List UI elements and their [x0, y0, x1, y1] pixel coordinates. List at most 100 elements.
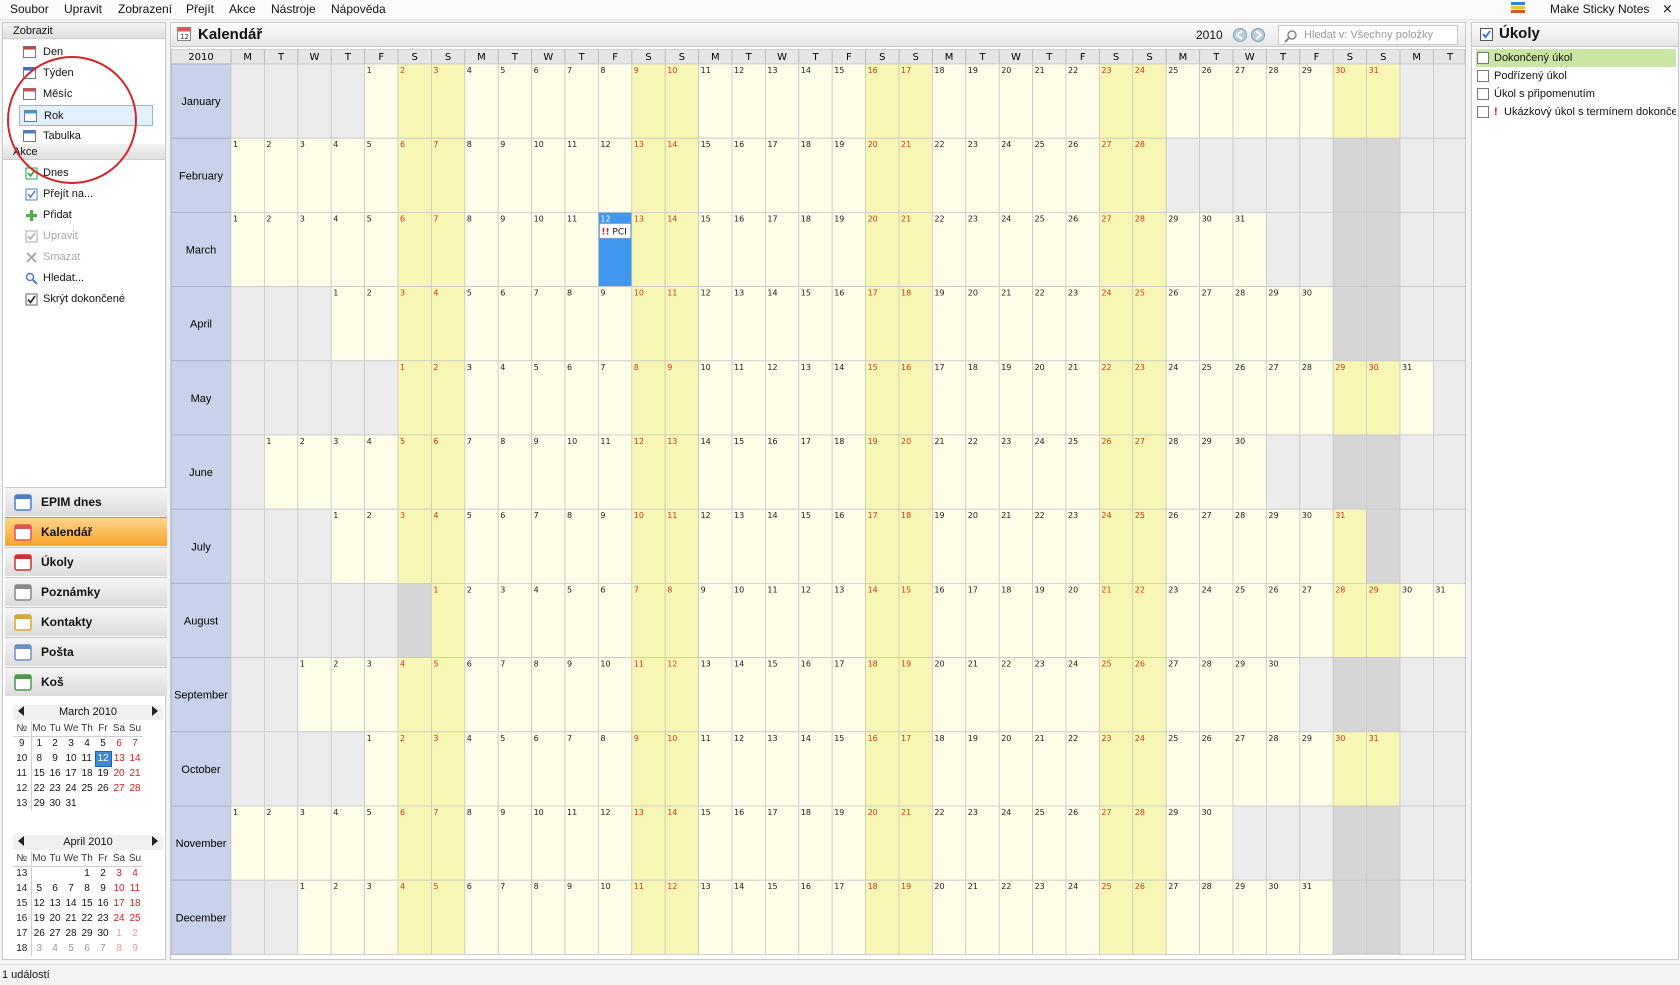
day-cell[interactable]: [765, 731, 800, 807]
day-cell[interactable]: [965, 657, 1000, 733]
day-cell[interactable]: [898, 657, 933, 733]
day-cell[interactable]: [932, 137, 967, 213]
day-cell[interactable]: [831, 360, 867, 436]
mini-day[interactable]: 9: [47, 751, 63, 766]
day-cell[interactable]: [464, 583, 499, 659]
day-cell[interactable]: [664, 211, 700, 287]
day-cell[interactable]: [731, 63, 766, 139]
day-cell[interactable]: [330, 879, 365, 955]
day-cell[interactable]: [865, 508, 900, 584]
mini-day[interactable]: 24: [63, 781, 79, 796]
day-cell[interactable]: [1266, 731, 1301, 807]
action-6[interactable]: Skrýt dokončené: [21, 289, 161, 310]
mini-day[interactable]: 5: [63, 941, 79, 956]
day-cell[interactable]: [965, 63, 1000, 139]
day-cell[interactable]: [664, 63, 700, 139]
mini-day[interactable]: 4: [47, 941, 63, 956]
mini-day[interactable]: 20: [47, 911, 63, 926]
action-2[interactable]: Přidat: [21, 205, 161, 226]
day-cell[interactable]: [731, 211, 766, 287]
day-cell[interactable]: [464, 657, 499, 733]
day-cell[interactable]: [1165, 508, 1201, 584]
action-1[interactable]: Přejít na...: [21, 184, 161, 205]
prev-year-button[interactable]: [1233, 28, 1247, 42]
day-cell[interactable]: [831, 211, 867, 287]
day-cell[interactable]: [1065, 137, 1100, 213]
mini-day[interactable]: 21: [127, 766, 143, 781]
mini-day[interactable]: 13: [111, 751, 127, 766]
day-cell[interactable]: [731, 731, 766, 807]
day-cell[interactable]: [765, 360, 800, 436]
mini-day[interactable]: 2: [95, 866, 111, 881]
day-cell[interactable]: [932, 286, 967, 362]
day-cell[interactable]: [430, 211, 466, 287]
day-cell[interactable]: [1132, 360, 1167, 436]
day-cell[interactable]: [1299, 360, 1334, 436]
day-cell[interactable]: [497, 434, 533, 510]
day-cell[interactable]: [965, 731, 1000, 807]
day-cell[interactable]: [264, 211, 299, 287]
day-cell[interactable]: [564, 434, 599, 510]
day-cell[interactable]: [1032, 360, 1067, 436]
day-cell[interactable]: [1065, 434, 1100, 510]
day-cell[interactable]: [1099, 286, 1134, 362]
day-cell[interactable]: [898, 731, 933, 807]
day-cell[interactable]: [1232, 508, 1267, 584]
day-cell[interactable]: [798, 508, 833, 584]
next-month-icon[interactable]: [152, 836, 158, 846]
day-cell[interactable]: [464, 137, 499, 213]
next-month-icon[interactable]: [152, 706, 158, 716]
day-cell[interactable]: [1199, 286, 1234, 362]
year-grid[interactable]: 2010 M T W T F S S M T W T F S S M T W T F S S M T W T F S S M T W T F S S M…: [171, 49, 1465, 959]
day-cell[interactable]: [464, 731, 499, 807]
mini-day[interactable]: 25: [79, 781, 95, 796]
action-5[interactable]: Hledat...: [21, 268, 161, 289]
mini-day[interactable]: 9: [127, 941, 143, 956]
day-cell[interactable]: [865, 879, 900, 955]
task-item[interactable]: Podřízený úkol: [1476, 67, 1676, 85]
task-checkbox[interactable]: [1477, 70, 1489, 82]
day-cell[interactable]: [497, 211, 533, 287]
day-cell[interactable]: [932, 434, 967, 510]
mini-day[interactable]: 18: [127, 896, 143, 911]
day-cell[interactable]: [597, 805, 633, 881]
day-cell[interactable]: [1232, 434, 1267, 510]
mini-day[interactable]: 14: [63, 896, 79, 911]
day-cell[interactable]: [965, 805, 1000, 881]
day-cell[interactable]: [1232, 360, 1267, 436]
day-cell[interactable]: [865, 805, 900, 881]
day-cell[interactable]: [631, 731, 666, 807]
day-cell[interactable]: [731, 286, 766, 362]
day-cell[interactable]: [798, 286, 833, 362]
day-cell[interactable]: [898, 434, 933, 510]
mini-day[interactable]: [111, 796, 127, 811]
nav-notes[interactable]: Poznámky: [5, 577, 167, 606]
day-cell[interactable]: [998, 508, 1034, 584]
day-cell[interactable]: [898, 583, 933, 659]
day-cell[interactable]: [1332, 731, 1367, 807]
day-cell[interactable]: [1266, 63, 1301, 139]
day-cell[interactable]: [1132, 731, 1167, 807]
day-cell[interactable]: [1232, 879, 1267, 955]
day-cell[interactable]: [497, 286, 533, 362]
day-cell[interactable]: [865, 731, 900, 807]
day-cell[interactable]: [464, 63, 499, 139]
action-3[interactable]: Upravit: [21, 226, 161, 247]
day-cell[interactable]: [865, 583, 900, 659]
day-cell[interactable]: [1199, 211, 1234, 287]
day-cell[interactable]: [932, 879, 967, 955]
day-cell[interactable]: [397, 434, 432, 510]
day-cell[interactable]: [765, 805, 800, 881]
mini-day[interactable]: 12: [31, 896, 47, 911]
day-cell[interactable]: [898, 211, 933, 287]
day-cell[interactable]: [1132, 211, 1167, 287]
day-cell[interactable]: [1232, 731, 1267, 807]
day-cell[interactable]: [464, 211, 499, 287]
day-cell[interactable]: [798, 211, 833, 287]
task-item[interactable]: Dokončený úkol: [1476, 49, 1676, 67]
day-cell[interactable]: [965, 360, 1000, 436]
day-cell[interactable]: [364, 805, 399, 881]
day-cell[interactable]: [664, 137, 700, 213]
day-cell[interactable]: [731, 583, 766, 659]
day-cell[interactable]: [1065, 286, 1100, 362]
